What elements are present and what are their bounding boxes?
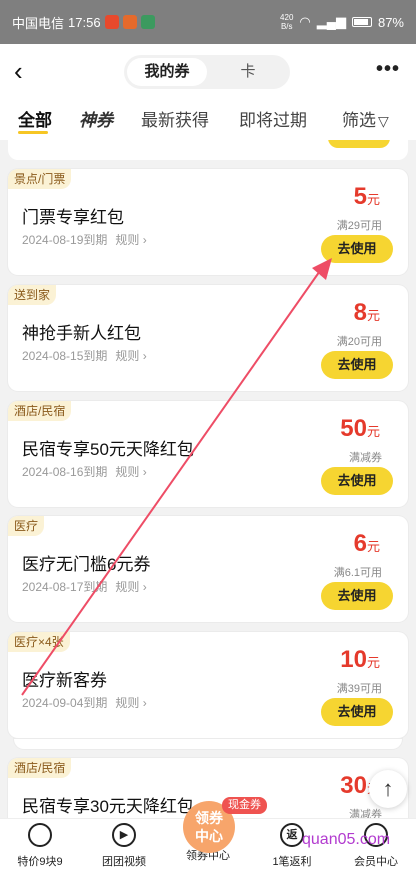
use-coupon-button[interactable]: 去使用 [321,467,393,495]
coupon-meta: 2024-08-19到期 规则 › [22,231,147,248]
segment-my-coupons[interactable]: 我的券 [127,58,207,86]
use-coupon-button[interactable]: 去使用 [321,235,393,263]
back-arrow-icon[interactable]: ‹ [14,58,42,86]
more-icon[interactable]: ••• [376,58,400,81]
coupon-amount: 10元 [340,646,380,673]
back-to-top-icon[interactable]: ↑ [369,770,407,808]
carrier-label: 中国电信 [12,15,65,31]
coupon-meta: 2024-08-16到期 规则 › [22,463,147,480]
use-coupon-button[interactable]: 去使用 [321,582,393,610]
coupon-rule-link[interactable]: 规则 › [115,580,146,594]
tab-all[interactable]: 全部 [18,106,52,131]
coupon-meta: 2024-08-15到期 规则 › [22,347,147,364]
coupon-card: 送到家 神抢手新人红包 2024-08-15到期 规则 › 8元 满20可用 去使… [8,285,408,391]
coupon-meta: 2024-08-17到期 规则 › [22,578,147,595]
coupon-list[interactable]: 景点/门票 门票专享红包 2024-08-19到期 规则 › 5元 满29可用 去… [0,140,416,820]
stacked-card-edge [14,739,402,749]
watermark-text: quan05.com [302,831,391,848]
coupon-card: 医疗 医疗无门槛6元券 2024-08-17到期 规则 › 6元 满6.1可用 去… [8,516,408,622]
active-tab-indicator [18,131,48,134]
tab-god-coupon[interactable]: 神券 [79,106,113,131]
coupon-rule-link[interactable]: 规则 › [115,233,146,247]
nav-item-special-price[interactable]: 特价9块9 [0,823,80,869]
coupon-meta: 2024-09-04到期 规则 › [22,694,147,711]
bottom-nav: 特价9块9 ▶ 团团视频 领券中心 领券 中心 现金券 返 1笔返利 会员中心 q… [0,797,416,873]
flame-icon [28,823,52,847]
rebate-icon: 返 [280,823,304,847]
play-icon: ▶ [112,823,136,847]
coupon-amount: 8元 [353,299,380,326]
coupon-condition: 满6.1可用 [333,567,382,579]
filter-label: 筛选 [342,111,376,130]
coupon-title: 民宿专享50元天降红包 [22,440,194,459]
segment-control: 我的券 卡 [124,55,290,89]
filter-tabs: 全部 神券 最新获得 即将过期 筛选 ▽ [0,100,416,140]
coupon-card: 医疗×4张 医疗新客券 2024-09-04到期 规则 › 10元 满39可用 去… [8,632,408,738]
coupon-amount: 5元 [353,183,380,210]
battery-icon [351,17,372,27]
clock: 17:56 [68,14,101,30]
coupon-rule-link[interactable]: 规则 › [115,465,146,479]
coupon-category-tag: 医疗×4张 [8,632,70,652]
coupon-title: 门票专享红包 [22,208,124,227]
tab-expiring[interactable]: 即将过期 [239,106,307,131]
coupon-card: 酒店/民宿 民宿专享50元天降红包 2024-08-16到期 规则 › 50元 满… [8,401,408,507]
coupon-expiry: 2024-08-17到期 [22,580,108,594]
segment-cards[interactable]: 卡 [208,58,288,86]
use-coupon-button[interactable]: 去使用 [321,351,393,379]
net-speed: 420 B/s [280,13,294,31]
tab-filter[interactable]: 筛选 ▽ [342,106,389,131]
coupon-expiry: 2024-08-19到期 [22,233,108,247]
coupon-condition: 满39可用 [336,683,382,695]
coupon-amount: 50元 [340,415,380,442]
wifi-icon: ◠ [299,14,311,29]
coupon-title: 神抢手新人红包 [22,324,141,343]
funnel-icon: ▽ [378,113,389,129]
coupon-title: 医疗无门槛6元券 [22,555,151,574]
coupon-expiry: 2024-08-15到期 [22,349,108,363]
coupon-condition: 满29可用 [336,220,382,232]
coupon-condition: 满20可用 [336,336,382,348]
use-coupon-button[interactable]: 去使用 [321,698,393,726]
app-notification-icon [140,15,155,29]
battery-level: 87% [377,14,404,30]
coupon-rule-link[interactable]: 规则 › [115,349,146,363]
coupon-expiry: 2024-09-04到期 [22,696,108,710]
coupon-category-tag: 酒店/民宿 [8,758,72,778]
tab-newest[interactable]: 最新获得 [141,106,209,131]
coupon-category-tag: 酒店/民宿 [8,401,72,421]
coupon-expiry: 2024-08-16到期 [22,465,108,479]
nav-item-video[interactable]: ▶ 团团视频 [84,823,164,869]
coupon-title: 医疗新客券 [22,671,107,690]
previous-card-edge [8,140,408,160]
coupon-category-tag: 景点/门票 [8,169,72,189]
coupon-title: 民宿专享30元天降红包 [22,797,194,816]
coupon-amount: 6元 [353,530,380,557]
app-notification-icon [104,15,119,29]
coupon-card: 景点/门票 门票专享红包 2024-08-19到期 规则 › 5元 满29可用 去… [8,169,408,275]
app-notification-icon [122,15,137,29]
status-bar: 中国电信 17:56 420 B/s ◠ ▂▄▆ 87% [0,0,416,44]
coupon-condition: 满减券 [349,452,382,464]
coupon-category-tag: 医疗 [8,516,45,536]
coupon-category-tag: 送到家 [8,285,57,305]
previous-use-button-edge[interactable] [328,140,390,148]
cash-coupon-badge: 现金券 [222,797,267,814]
signal-icon: ▂▄▆ [316,14,346,29]
top-header: ‹ 我的券 卡 ••• [0,44,416,100]
coupon-rule-link[interactable]: 规则 › [115,696,146,710]
